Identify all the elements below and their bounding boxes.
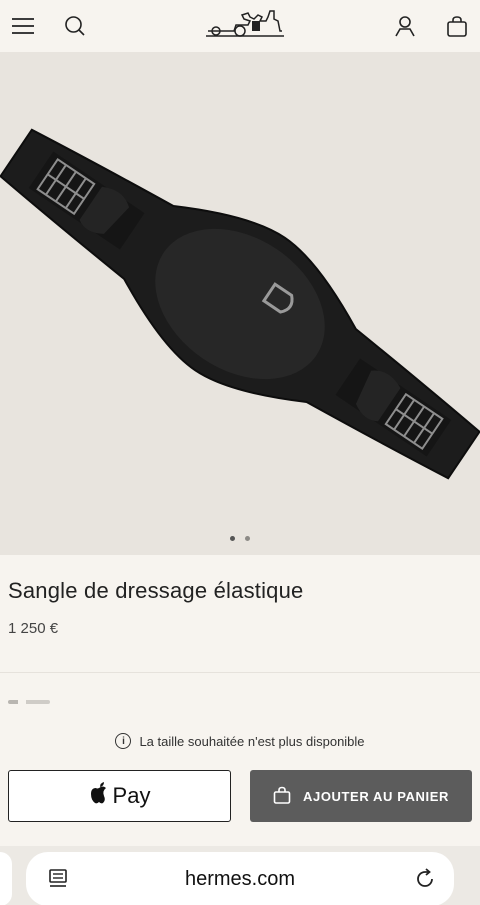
reader-icon[interactable] (48, 868, 68, 895)
gallery-pagination (0, 532, 480, 544)
shopping-bag-icon[interactable] (442, 11, 472, 41)
url-text: hermes.com (184, 867, 296, 890)
hermes-logo[interactable] (204, 6, 286, 40)
availability-text: La taille souhaitée n'est plus disponibl… (139, 733, 365, 749)
apple-pay-button[interactable]: Pay (8, 770, 231, 822)
product-page: Sangle de dressage élastique 1 250 € i L… (0, 0, 480, 905)
gallery-dot[interactable] (245, 535, 250, 541)
product-price: 1 250 € (8, 620, 59, 637)
previous-tab-edge[interactable] (0, 852, 12, 905)
gallery-dot-active[interactable] (230, 535, 235, 541)
divider (0, 672, 480, 673)
faint-placeholder (8, 700, 50, 704)
apple-icon (89, 782, 109, 810)
user-icon[interactable] (390, 11, 420, 41)
add-to-cart-label: AJOUTER AU PANIER (303, 788, 449, 804)
reload-icon[interactable] (414, 868, 436, 895)
info-icon: i (115, 733, 132, 749)
apple-pay-label: Pay (112, 783, 151, 808)
address-bar[interactable]: hermes.com (26, 852, 454, 905)
top-header (0, 0, 480, 52)
header-right (390, 11, 472, 41)
search-icon[interactable] (60, 11, 90, 41)
add-to-cart-button[interactable]: AJOUTER AU PANIER (250, 770, 472, 822)
product-title: Sangle de dressage élastique (8, 578, 304, 603)
hamburger-icon[interactable] (8, 11, 38, 41)
header-left (8, 11, 90, 41)
shopping-bag-icon (273, 786, 291, 807)
availability-notice: i La taille souhaitée n'est plus disponi… (0, 730, 480, 752)
product-image[interactable] (0, 52, 480, 555)
